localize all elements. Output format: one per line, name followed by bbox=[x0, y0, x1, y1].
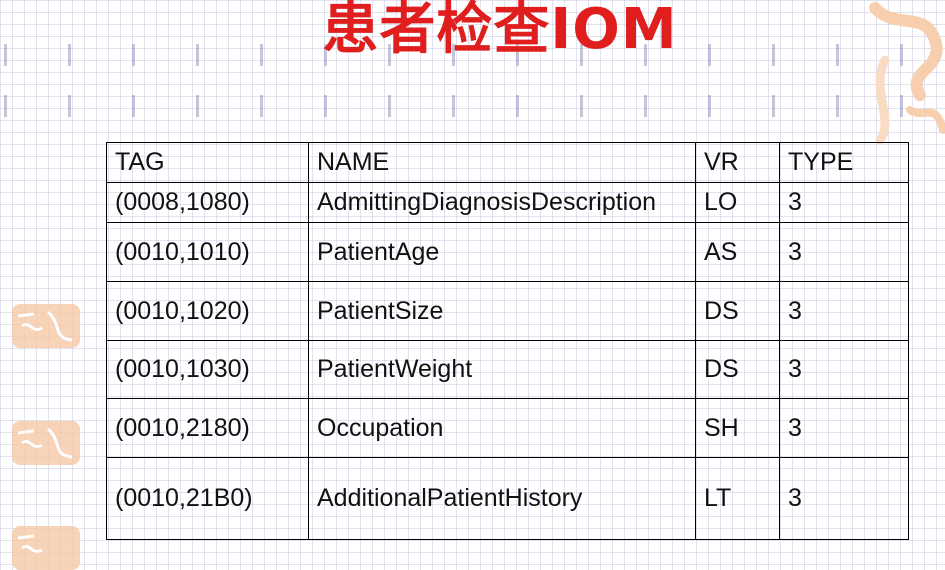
cell-type: 3 bbox=[779, 281, 909, 341]
column-header-name: NAME bbox=[308, 142, 696, 183]
cell-name: PatientSize bbox=[308, 281, 696, 341]
cell-name: AdmittingDiagnosisDescription bbox=[308, 182, 696, 223]
cell-name: Occupation bbox=[308, 398, 696, 458]
title-latin: IOM bbox=[550, 0, 678, 62]
cell-vr: DS bbox=[695, 340, 780, 399]
table-row: (0010,2180) Occupation SH 3 bbox=[106, 398, 909, 458]
table-row: (0010,1010) PatientAge AS 3 bbox=[106, 222, 909, 282]
table-row: (0010,1020) PatientSize DS 3 bbox=[106, 281, 909, 341]
calligraphy-seal bbox=[12, 526, 80, 570]
table-row: (0010,1030) PatientWeight DS 3 bbox=[106, 340, 909, 399]
calligraphy-seal bbox=[12, 421, 80, 465]
cell-tag: (0010,21B0) bbox=[106, 457, 309, 540]
cell-tag: (0010,2180) bbox=[106, 398, 309, 458]
column-header-vr: VR bbox=[695, 142, 780, 183]
cell-tag: (0010,1010) bbox=[106, 222, 309, 282]
cell-name: PatientAge bbox=[308, 222, 696, 282]
cell-tag: (0010,1020) bbox=[106, 281, 309, 341]
cell-type: 3 bbox=[779, 340, 909, 399]
column-header-tag: TAG bbox=[106, 142, 309, 183]
cell-tag: (0010,1030) bbox=[106, 340, 309, 399]
cell-vr: LO bbox=[695, 182, 780, 223]
table-row: (0008,1080) AdmittingDiagnosisDescriptio… bbox=[106, 182, 909, 223]
calligraphy-seal bbox=[12, 304, 80, 348]
background-dash-row bbox=[0, 95, 945, 117]
cell-vr: DS bbox=[695, 281, 780, 341]
page-title: 患者检查IOM bbox=[0, 0, 945, 59]
cell-name: AdditionalPatientHistory bbox=[308, 457, 696, 540]
cell-name: PatientWeight bbox=[308, 340, 696, 399]
cell-type: 3 bbox=[779, 457, 909, 540]
cell-type: 3 bbox=[779, 182, 909, 223]
iom-attribute-table: TAG NAME VR TYPE (0008,1080) AdmittingDi… bbox=[106, 142, 909, 540]
cell-type: 3 bbox=[779, 398, 909, 458]
cell-vr: SH bbox=[695, 398, 780, 458]
cell-tag: (0008,1080) bbox=[106, 182, 309, 223]
title-cjk: 患者检查 bbox=[322, 0, 551, 62]
table-header-row: TAG NAME VR TYPE bbox=[106, 142, 909, 183]
cell-type: 3 bbox=[779, 222, 909, 282]
table-row: (0010,21B0) AdditionalPatientHistory LT … bbox=[106, 457, 909, 540]
column-header-type: TYPE bbox=[779, 142, 909, 183]
cell-vr: AS bbox=[695, 222, 780, 282]
cell-vr: LT bbox=[695, 457, 780, 540]
